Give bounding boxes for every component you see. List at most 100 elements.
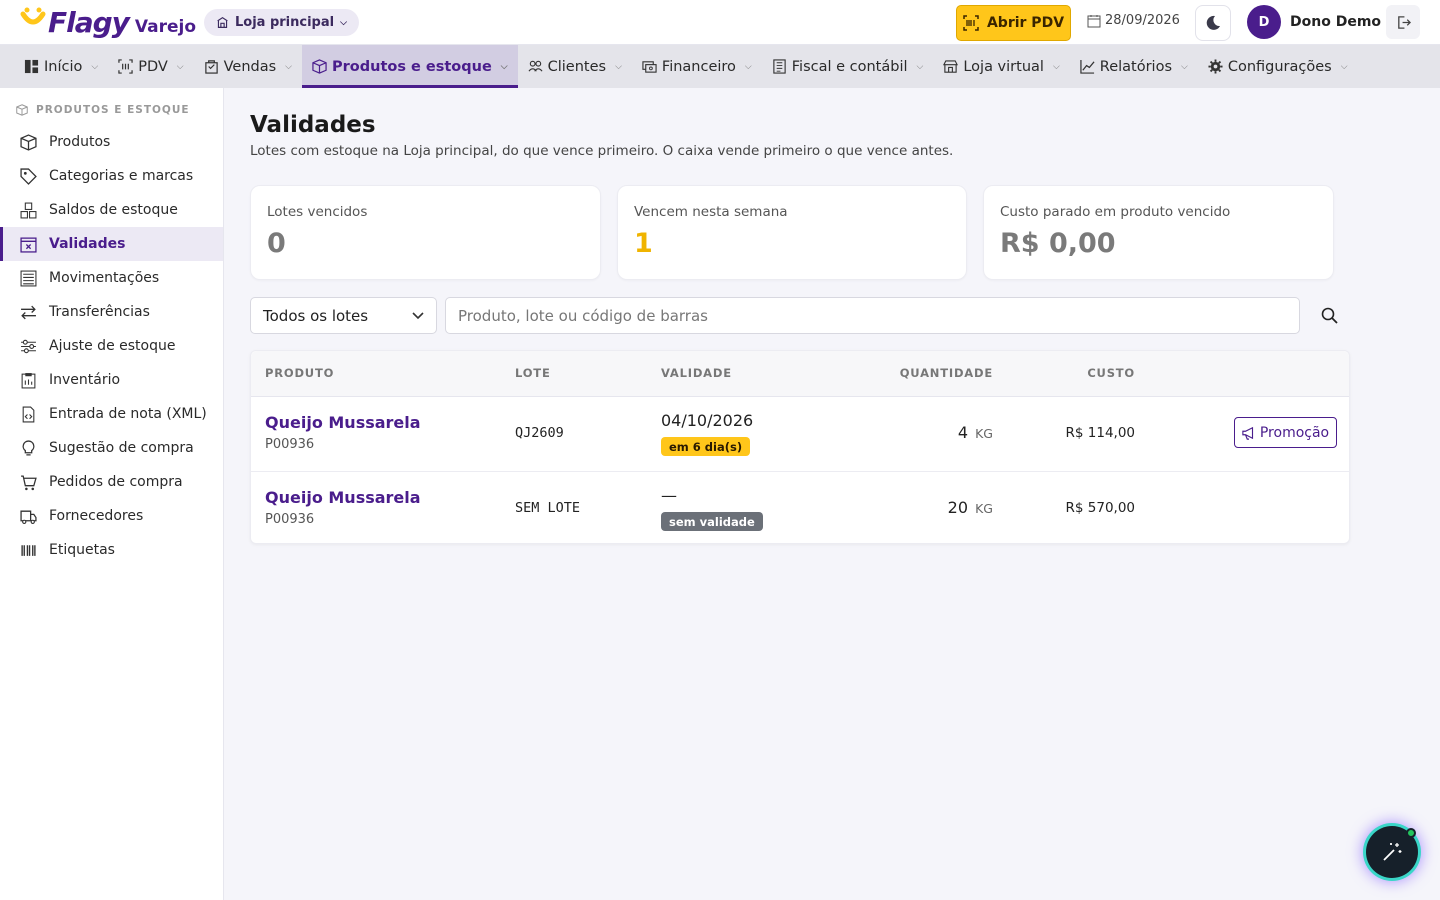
nav-label: Vendas xyxy=(223,58,277,75)
cart-icon xyxy=(21,474,37,490)
expiry-date: — xyxy=(661,486,677,505)
product-name-link[interactable]: Queijo Mussarela xyxy=(265,413,421,432)
table-header: PRODUTO LOTE VALIDADE QUANTIDADE CUSTO xyxy=(251,351,1349,397)
store-selector[interactable]: Loja principal ⌵ xyxy=(204,9,359,36)
nav-item-relatorios[interactable]: Relatórios ⌵ xyxy=(1070,45,1198,88)
sidebar-item-transferencias[interactable]: Transferências xyxy=(0,295,223,329)
tag-icon xyxy=(20,167,37,185)
moon-icon xyxy=(1206,15,1220,30)
nav-item-vendas[interactable]: Vendas ⌵ xyxy=(194,45,302,88)
main-nav: Início ⌵ PDV ⌵ Vendas ⌵ Produtos e estoque ⌵… xyxy=(0,45,1440,88)
sidebar-item-saldos[interactable]: Saldos de estoque xyxy=(0,193,223,227)
chart-icon xyxy=(1080,59,1095,74)
box-icon xyxy=(16,104,28,116)
calendar-icon xyxy=(1087,14,1101,27)
lot-code: QJ2609 xyxy=(515,425,564,441)
sidebar-item-fornecedores[interactable]: Fornecedores xyxy=(0,499,223,533)
promotion-button[interactable]: Promoção xyxy=(1234,417,1337,448)
search-icon xyxy=(1321,307,1338,324)
nav-item-pdv[interactable]: PDV ⌵ xyxy=(108,45,193,88)
sidebar-item-ajuste[interactable]: Ajuste de estoque xyxy=(0,329,223,363)
chevron-down-icon: ⌵ xyxy=(1052,61,1060,72)
sidebar-item-movimentacoes[interactable]: Movimentações xyxy=(0,261,223,295)
column-header-product: PRODUTO xyxy=(265,366,335,380)
sidebar-item-entrada-nota[interactable]: Entrada de nota (XML) xyxy=(0,397,223,431)
shop-icon xyxy=(943,60,959,73)
theme-toggle-button[interactable] xyxy=(1195,5,1231,41)
megaphone-icon xyxy=(1242,426,1253,440)
nav-item-produtos-estoque[interactable]: Produtos e estoque ⌵ xyxy=(302,45,518,88)
chevron-down-icon: ⌵ xyxy=(1181,61,1188,72)
sidebar-section-label: PRODUTOS E ESTOQUE xyxy=(36,104,190,116)
promotion-label: Promoção xyxy=(1259,424,1330,441)
chevron-down-icon: ⌵ xyxy=(176,61,184,72)
nav-item-fiscal[interactable]: Fiscal e contábil ⌵ xyxy=(762,45,934,88)
quantity: 20 KG xyxy=(948,498,993,517)
sidebar-list: Produtos Categorias e marcas Saldos de e… xyxy=(0,125,223,567)
column-header-cost: CUSTO xyxy=(1087,366,1135,380)
nav-item-financeiro[interactable]: Financeiro ⌵ xyxy=(632,45,762,88)
clipboard-icon xyxy=(21,372,36,388)
lot-filter-select[interactable]: Todos os lotes xyxy=(250,297,437,334)
nav-item-inicio[interactable]: Início ⌵ xyxy=(14,45,108,88)
sidebar-item-etiquetas[interactable]: Etiquetas xyxy=(0,533,223,567)
sidebar-item-label: Inventário xyxy=(49,372,121,388)
search-button[interactable] xyxy=(1308,297,1350,334)
product-code: P00936 xyxy=(265,437,315,452)
product-name: Varejo xyxy=(134,17,197,37)
sidebar-item-categorias[interactable]: Categorias e marcas xyxy=(0,159,223,193)
sidebar-item-label: Transferências xyxy=(49,304,150,320)
nav-item-clientes[interactable]: Clientes ⌵ xyxy=(518,45,632,88)
kpi-label: Custo parado em produto vencido xyxy=(1000,204,1231,220)
assistant-fab-button[interactable] xyxy=(1366,826,1418,878)
nav-label: Configurações xyxy=(1227,58,1332,75)
online-status-dot xyxy=(1406,828,1416,838)
receipt-icon xyxy=(773,59,786,74)
truck-icon xyxy=(20,510,37,524)
sidebar-item-produtos[interactable]: Produtos xyxy=(0,125,223,159)
quantity-value: 20 xyxy=(947,498,969,517)
brand-name: Flagy xyxy=(48,6,130,39)
sidebar-item-pedidos[interactable]: Pedidos de compra xyxy=(0,465,223,499)
quantity-unit: KG xyxy=(975,426,993,441)
chevron-down-icon: ⌵ xyxy=(615,61,622,72)
search-input[interactable] xyxy=(445,297,1300,334)
users-icon xyxy=(528,60,543,72)
nav-label: Início xyxy=(44,58,83,75)
nav-label: Produtos e estoque xyxy=(332,58,492,75)
chevron-down-icon: ⌵ xyxy=(500,61,508,72)
date-text: 28/09/2026 xyxy=(1105,13,1180,28)
chevron-down-icon: ⌵ xyxy=(91,61,99,72)
chevron-down-icon: ⌵ xyxy=(744,61,752,72)
bag-icon xyxy=(204,60,218,74)
kpi-card-expired-lots: Lotes vencidos 0 xyxy=(250,185,601,280)
sidebar-section-title: PRODUTOS E ESTOQUE xyxy=(16,104,190,116)
sidebar-item-inventario[interactable]: Inventário xyxy=(0,363,223,397)
kpi-value: R$ 0,00 xyxy=(1000,228,1116,259)
bulb-icon xyxy=(22,439,35,456)
sidebar: PRODUTOS E ESTOQUE Produtos Categorias e… xyxy=(0,88,224,900)
cash-icon xyxy=(642,61,657,73)
file-code-icon xyxy=(22,406,35,422)
sidebar-item-validades[interactable]: Validades xyxy=(0,227,223,261)
box-icon xyxy=(20,133,37,151)
quantity-unit: KG xyxy=(975,501,993,516)
avatar[interactable]: D xyxy=(1247,5,1281,39)
open-pdv-button[interactable]: Abrir PDV xyxy=(956,5,1071,41)
chevron-down-icon: ⌵ xyxy=(340,17,347,28)
sidebar-item-label: Fornecedores xyxy=(49,508,144,524)
nav-label: Clientes xyxy=(547,58,607,75)
barcode-scan-icon xyxy=(963,15,979,31)
page-title: Validades xyxy=(250,112,376,138)
app-logo[interactable]: Flagy Varejo xyxy=(20,6,196,39)
chevron-down-icon xyxy=(412,311,424,319)
sliders-icon xyxy=(21,339,36,353)
nav-item-loja-virtual[interactable]: Loja virtual ⌵ xyxy=(933,45,1069,88)
table-row: Queijo Mussarela P00936 SEM LOTE — sem v… xyxy=(251,472,1349,547)
open-pdv-label: Abrir PDV xyxy=(986,15,1065,31)
product-name-link[interactable]: Queijo Mussarela xyxy=(265,488,421,507)
user-name[interactable]: Dono Demo xyxy=(1290,14,1381,30)
nav-item-configuracoes[interactable]: Configurações ⌵ xyxy=(1198,45,1358,88)
sidebar-item-sugestao[interactable]: Sugestão de compra xyxy=(0,431,223,465)
logout-button[interactable] xyxy=(1386,5,1420,39)
